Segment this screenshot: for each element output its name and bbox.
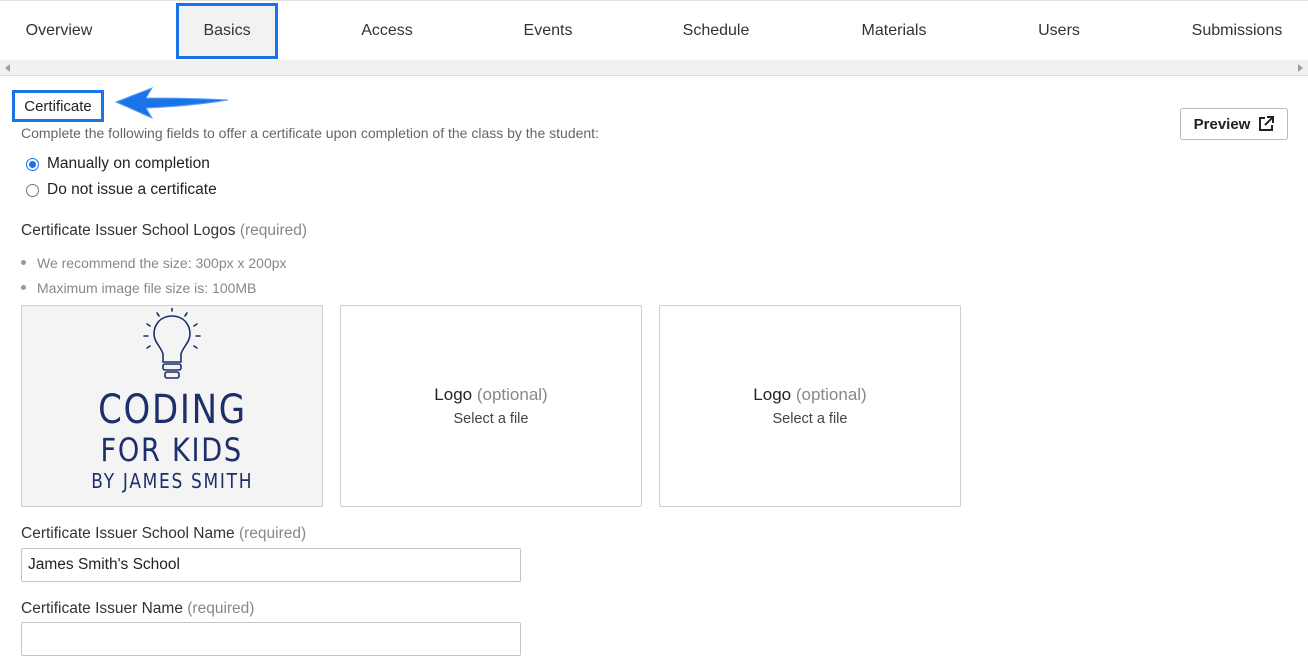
tab-basics[interactable]: Basics	[176, 3, 278, 59]
school-name-label-text: Certificate Issuer School Name	[21, 525, 235, 542]
lightbulb-icon	[143, 308, 201, 379]
select-file-link[interactable]: Select a file	[773, 411, 848, 427]
tab-schedule[interactable]: Schedule	[661, 3, 771, 59]
issuer-name-input[interactable]	[21, 622, 521, 656]
radio-label: Do not issue a certificate	[47, 181, 217, 198]
tab-users[interactable]: Users	[1014, 3, 1104, 59]
certificate-description: Complete the following fields to offer a…	[21, 125, 599, 141]
coding-for-kids-logo: CODING FOR KIDS BY JAMES SMITH	[77, 308, 267, 494]
logos-label: Certificate Issuer School Logos (require…	[21, 222, 307, 240]
issuer-name-label: Certificate Issuer Name (required)	[21, 600, 254, 618]
radio-unchecked-icon[interactable]	[26, 183, 39, 197]
tab-events[interactable]: Events	[498, 3, 598, 59]
school-name-input[interactable]	[21, 548, 521, 582]
logo-slot-title-text: Logo	[753, 385, 792, 404]
preview-button[interactable]: Preview	[1180, 108, 1288, 140]
radio-checked-icon[interactable]	[26, 157, 39, 171]
certificate-section-title: Certificate	[12, 90, 104, 122]
tab-overview[interactable]: Overview	[4, 3, 114, 59]
annotation-arrow-icon	[114, 87, 229, 120]
tab-access[interactable]: Access	[337, 3, 437, 59]
logo-slot-title: Logo (optional)	[753, 385, 866, 405]
scroll-right-icon[interactable]	[1298, 64, 1303, 72]
radio-do-not-issue[interactable]: Do not issue a certificate	[26, 181, 217, 199]
tab-bar: Overview Basics Access Events Schedule M…	[0, 0, 1308, 62]
logo-upload-slot-3[interactable]: Logo (optional) Select a file	[659, 305, 961, 507]
logo-line-3: BY JAMES SMITH	[91, 469, 253, 493]
required-indicator: (required)	[239, 222, 308, 239]
logo-upload-slot-2[interactable]: Logo (optional) Select a file	[340, 305, 642, 507]
logo-hints: We recommend the size: 300px x 200px Max…	[21, 250, 287, 300]
tab-materials[interactable]: Materials	[838, 3, 950, 59]
required-indicator: (required)	[238, 525, 307, 542]
preview-label: Preview	[1193, 115, 1251, 133]
optional-indicator: (optional)	[476, 385, 548, 404]
logo-slot-title: Logo (optional)	[434, 385, 547, 405]
issuer-name-label-text: Certificate Issuer Name	[21, 600, 183, 617]
tab-submissions[interactable]: Submissions	[1176, 3, 1298, 59]
radio-label: Manually on completion	[47, 155, 210, 172]
required-indicator: (required)	[187, 600, 255, 617]
hint-text: We recommend the size: 300px x 200px	[37, 254, 287, 271]
school-name-label: Certificate Issuer School Name (required…	[21, 525, 306, 543]
logo-slot-title-text: Logo	[434, 385, 473, 404]
horizontal-scrollbar[interactable]	[0, 60, 1308, 76]
scroll-left-icon[interactable]	[5, 64, 10, 72]
logos-label-text: Certificate Issuer School Logos	[21, 222, 236, 239]
uploaded-logo-slot[interactable]: CODING FOR KIDS BY JAMES SMITH	[21, 305, 323, 507]
select-file-link[interactable]: Select a file	[454, 411, 529, 427]
list-item: Maximum image file size is: 100MB	[21, 275, 287, 300]
logo-line-1: CODING	[97, 387, 247, 433]
optional-indicator: (optional)	[795, 385, 867, 404]
external-link-icon	[1259, 116, 1275, 131]
hint-text: Maximum image file size is: 100MB	[37, 279, 257, 296]
radio-manually-on-completion[interactable]: Manually on completion	[26, 155, 210, 173]
logo-line-2: FOR KIDS	[100, 431, 244, 469]
list-item: We recommend the size: 300px x 200px	[21, 250, 287, 275]
